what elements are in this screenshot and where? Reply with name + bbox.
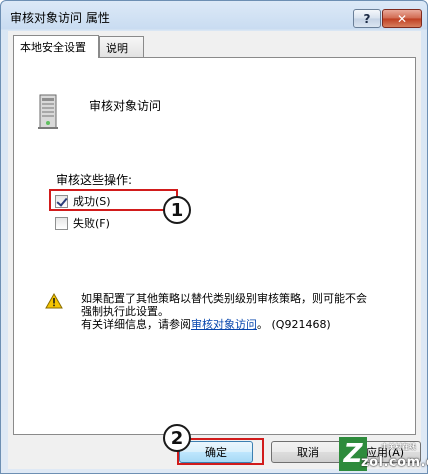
ok-label: 确定 xyxy=(205,446,227,459)
tab-label: 本地安全设置 xyxy=(20,41,86,54)
warning-line-1: 如果配置了其他策略以替代类别级别审核策略，则可能不会 xyxy=(81,292,367,305)
properties-dialog: 审核对象访问 属性 ? ✕ 本地安全设置 说明 审核对象访问 审核这些操作: 成… xyxy=(0,0,428,474)
warning-icon xyxy=(45,293,63,309)
audit-operations-label: 审核这些操作: xyxy=(56,173,133,187)
help-button[interactable]: ? xyxy=(353,9,381,28)
tab-label: 说明 xyxy=(106,42,128,55)
dialog-client-area: 本地安全设置 说明 审核对象访问 审核这些操作: 成功(S) 失败(F) 1 如… xyxy=(8,31,421,469)
warning-line-2: 强制执行此设置。 xyxy=(81,305,169,318)
cancel-label: 取消 xyxy=(297,446,319,459)
cancel-button[interactable]: 取消 xyxy=(271,441,345,463)
warning-line-3: 有关详细信息，请参阅审核对象访问。 (Q921468) xyxy=(81,318,411,331)
warning-message: 如果配置了其他策略以替代类别级别审核策略，则可能不会 强制执行此设置。 有关详细… xyxy=(81,292,411,331)
warning-suffix: 。 (Q921468) xyxy=(257,318,331,331)
success-highlight-box xyxy=(49,189,178,211)
audit-object-access-link[interactable]: 审核对象访问 xyxy=(191,318,257,331)
title-bar[interactable]: 审核对象访问 属性 ? ✕ xyxy=(1,1,427,31)
warning-prefix: 有关详细信息，请参阅 xyxy=(81,318,191,331)
apply-button[interactable]: 应用(A) xyxy=(349,441,421,463)
apply-label: 应用(A) xyxy=(365,446,405,459)
failure-label[interactable]: 失败(F) xyxy=(73,215,110,231)
callout-number-1: 1 xyxy=(163,196,191,224)
tab-panel: 审核对象访问 审核这些操作: 成功(S) 失败(F) 1 如果配置了其他策略以替… xyxy=(13,57,416,435)
ok-button[interactable]: 确定 xyxy=(179,441,253,463)
callout-label: 1 xyxy=(170,199,184,221)
policy-name: 审核对象访问 xyxy=(89,99,162,113)
callout-label: 2 xyxy=(170,427,184,449)
failure-checkbox[interactable] xyxy=(55,216,68,230)
help-icon: ? xyxy=(363,11,371,26)
server-icon xyxy=(38,94,58,129)
window-title: 审核对象访问 属性 xyxy=(10,11,110,25)
tab-local-security-setting[interactable]: 本地安全设置 xyxy=(13,35,99,58)
failure-checkbox-row[interactable]: 失败(F) xyxy=(55,215,110,231)
close-icon: ✕ xyxy=(396,11,408,26)
callout-number-2: 2 xyxy=(163,424,191,452)
tab-explain[interactable]: 说明 xyxy=(99,36,144,57)
close-button[interactable]: ✕ xyxy=(382,9,422,28)
